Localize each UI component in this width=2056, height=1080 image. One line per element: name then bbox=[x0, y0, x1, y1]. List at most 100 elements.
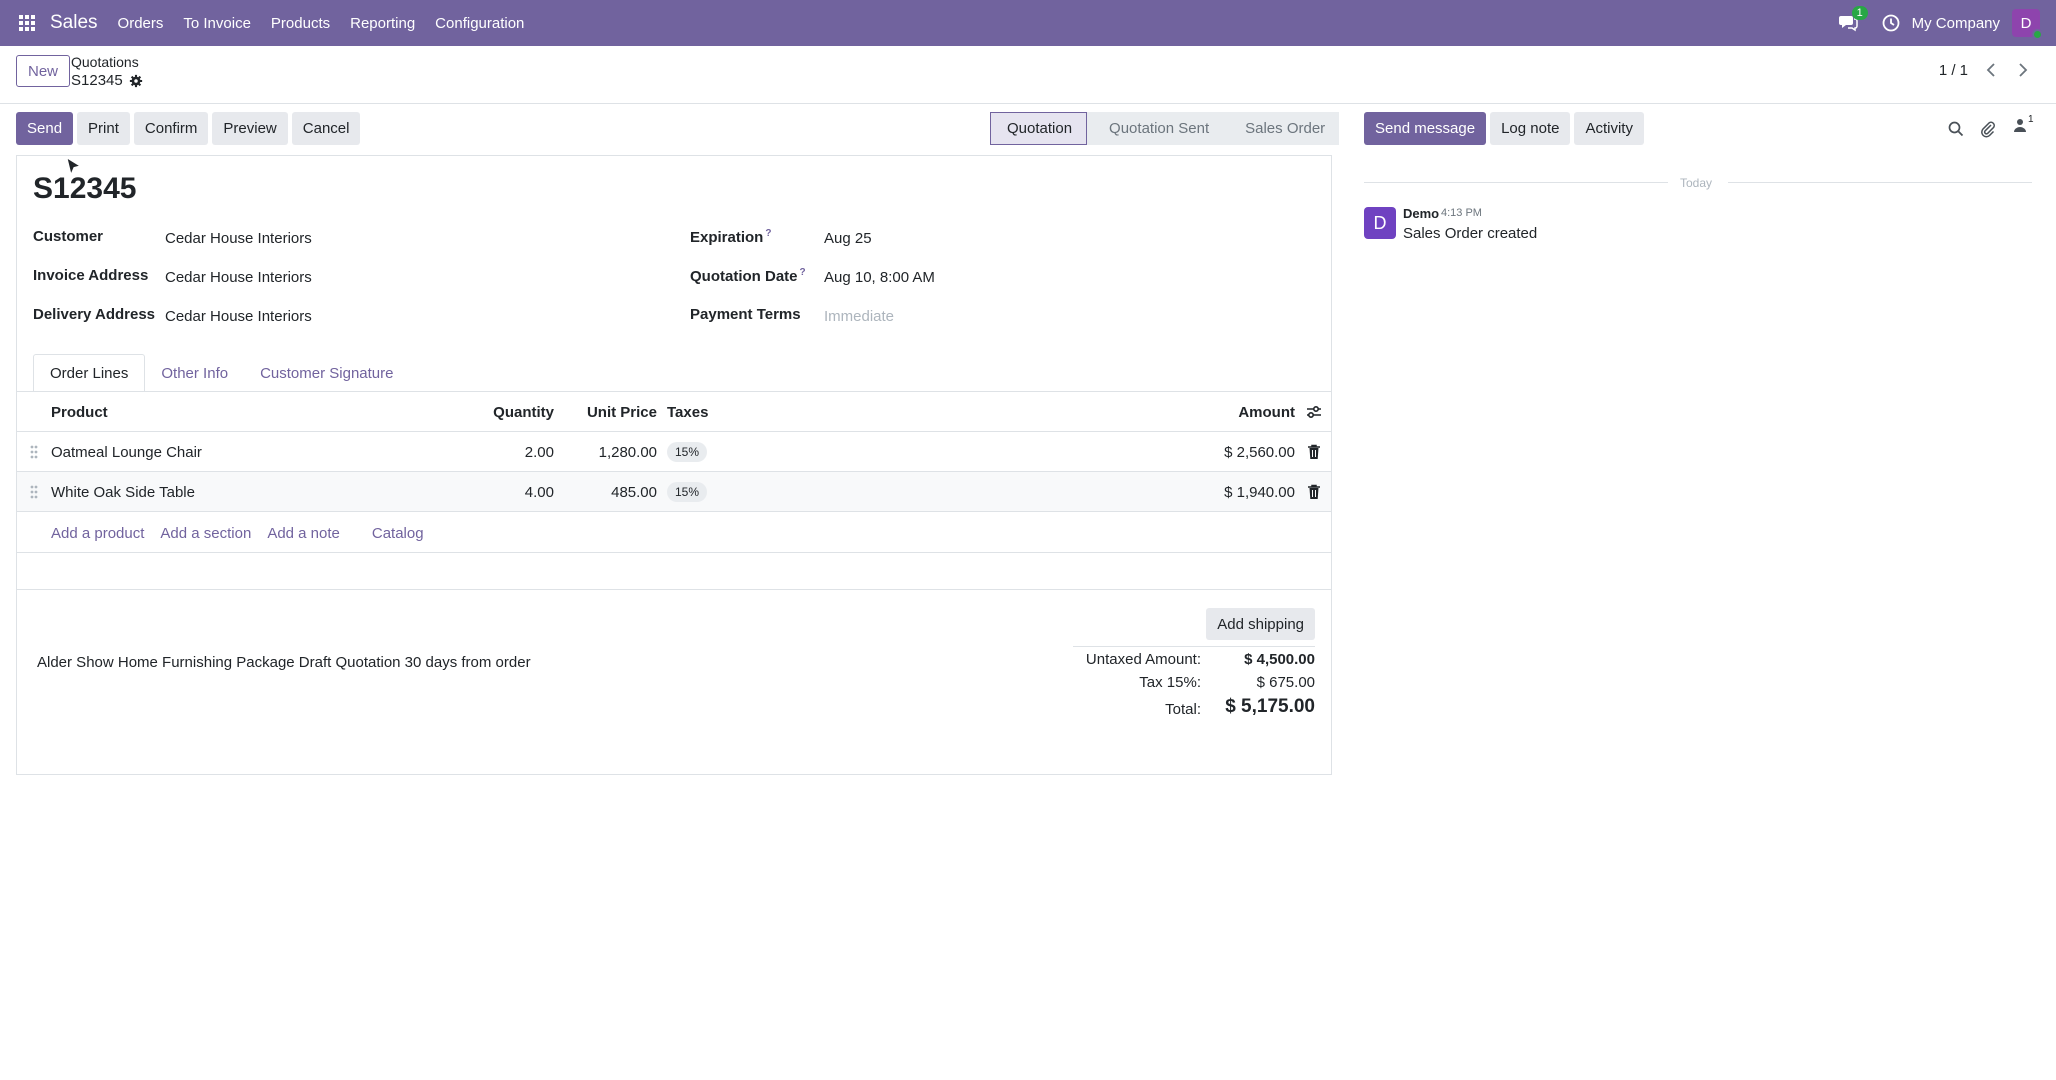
apps-menu-icon[interactable] bbox=[14, 0, 40, 46]
drag-handle-icon[interactable] bbox=[29, 484, 39, 500]
header-product[interactable]: Product bbox=[51, 392, 108, 432]
control-panel: New Quotations S12345 1 / 1 bbox=[0, 46, 2056, 104]
row-amount: $ 2,560.00 bbox=[1224, 443, 1295, 461]
menu-configuration[interactable]: Configuration bbox=[435, 15, 524, 32]
pager-next-icon[interactable] bbox=[2010, 57, 2036, 83]
follower-user-icon bbox=[2014, 119, 2026, 132]
message-body: Sales Order created bbox=[1403, 225, 1538, 242]
delete-line-icon[interactable] bbox=[1307, 484, 1321, 500]
payment-terms-field[interactable]: Immediate bbox=[824, 308, 894, 325]
activity-button[interactable]: Activity bbox=[1574, 112, 1644, 145]
invoice-address-field[interactable]: Cedar House Interiors bbox=[165, 269, 312, 286]
quotation-date-field[interactable]: Aug 10, 8:00 AM bbox=[824, 269, 935, 286]
expiration-label: Expiration? bbox=[690, 228, 771, 246]
tax-badge: 15% bbox=[667, 442, 708, 462]
breadcrumb-quotations[interactable]: Quotations bbox=[71, 54, 139, 70]
row-product: Oatmeal Lounge Chair bbox=[51, 443, 202, 461]
untaxed-label: Untaxed Amount: bbox=[1085, 651, 1201, 668]
notebook-tabs: Order Lines Other Info Customer Signatur… bbox=[33, 354, 409, 392]
table-row[interactable]: Oatmeal Lounge Chair 2.00 1,280.00 15% $… bbox=[17, 432, 1331, 472]
user-avatar[interactable]: D bbox=[2012, 9, 2043, 40]
header-taxes[interactable]: Taxes bbox=[667, 392, 708, 432]
terms-note[interactable]: Alder Show Home Furnishing Package Draft… bbox=[37, 654, 531, 671]
tab-customer-signature[interactable]: Customer Signature bbox=[244, 354, 409, 392]
tax-label: Tax 15%: bbox=[1139, 674, 1201, 691]
add-shipping-button[interactable]: Add shipping bbox=[1206, 608, 1315, 640]
search-icon[interactable] bbox=[1948, 118, 1964, 140]
menu-to-invoice[interactable]: To Invoice bbox=[183, 15, 251, 32]
add-line-links: Add a product Add a section Add a note C… bbox=[51, 525, 424, 542]
message-avatar[interactable]: D bbox=[1364, 207, 1396, 239]
chat-icon[interactable]: 1 bbox=[1838, 6, 1868, 34]
app-name[interactable]: Sales bbox=[50, 12, 98, 34]
row-unit-price: 1,280.00 bbox=[598, 443, 657, 461]
online-status-icon bbox=[2032, 29, 2043, 40]
gear-icon[interactable] bbox=[129, 74, 143, 88]
menu-reporting[interactable]: Reporting bbox=[350, 15, 415, 32]
record-title: S12345 bbox=[33, 172, 137, 205]
menu-orders[interactable]: Orders bbox=[118, 15, 164, 32]
confirm-button[interactable]: Confirm bbox=[133, 112, 209, 145]
order-lines-header: Product Quantity Unit Price Taxes Amount bbox=[17, 392, 1331, 432]
add-note-link[interactable]: Add a note bbox=[267, 525, 340, 542]
chatter-actions: Send message Log note Activity bbox=[1364, 112, 1644, 145]
mouse-cursor-icon bbox=[66, 157, 82, 177]
row-quantity: 4.00 bbox=[524, 483, 554, 501]
preview-button[interactable]: Preview bbox=[212, 112, 288, 145]
menu-products[interactable]: Products bbox=[271, 15, 330, 32]
add-product-link[interactable]: Add a product bbox=[51, 525, 144, 542]
row-unit-price: 485.00 bbox=[611, 483, 657, 501]
total-value: $ 5,175.00 bbox=[1225, 696, 1315, 717]
company-switcher[interactable]: My Company bbox=[1912, 15, 2000, 32]
delivery-address-label: Delivery Address bbox=[33, 306, 156, 323]
breadcrumb-current: S12345 bbox=[71, 72, 143, 89]
quotation-date-label-text: Quotation Date bbox=[690, 268, 798, 285]
tab-other-info[interactable]: Other Info bbox=[145, 354, 244, 392]
followers-count: 1 bbox=[2028, 114, 2034, 125]
tax-value: $ 675.00 bbox=[1256, 674, 1315, 691]
row-quantity: 2.00 bbox=[524, 443, 554, 461]
form-actions: Send Print Confirm Preview Cancel bbox=[16, 112, 361, 145]
activity-clock-icon[interactable] bbox=[1882, 14, 1900, 32]
totals-divider bbox=[1073, 646, 1315, 647]
new-button[interactable]: New bbox=[16, 55, 71, 87]
pager-previous-icon[interactable] bbox=[1978, 57, 2004, 83]
form-sheet: S12345 Customer Cedar House Interiors In… bbox=[16, 155, 1332, 775]
pager-value[interactable]: 1 / 1 bbox=[1939, 62, 1968, 79]
quotation-date-help-icon[interactable]: ? bbox=[800, 267, 806, 278]
drag-handle-icon[interactable] bbox=[29, 444, 39, 460]
log-note-button[interactable]: Log note bbox=[1490, 112, 1571, 145]
stage-quotation[interactable]: Quotation bbox=[990, 112, 1088, 145]
send-message-button[interactable]: Send message bbox=[1364, 112, 1487, 145]
total-label: Total: bbox=[1165, 701, 1201, 718]
catalog-link[interactable]: Catalog bbox=[372, 525, 424, 542]
top-navbar: Sales Orders To Invoice Products Reporti… bbox=[0, 0, 2056, 46]
untaxed-value: $ 4,500.00 bbox=[1244, 651, 1315, 668]
send-button[interactable]: Send bbox=[16, 112, 74, 145]
header-unit-price[interactable]: Unit Price bbox=[577, 392, 657, 432]
delete-line-icon[interactable] bbox=[1307, 444, 1321, 460]
stage-sales-order[interactable]: Sales Order bbox=[1223, 112, 1340, 145]
message-author[interactable]: Demo bbox=[1403, 206, 1439, 221]
expiration-field[interactable]: Aug 25 bbox=[824, 230, 872, 247]
breadcrumb-current-label: S12345 bbox=[71, 72, 123, 89]
table-row[interactable]: White Oak Side Table 4.00 485.00 15% $ 1… bbox=[17, 472, 1331, 512]
quotation-date-label: Quotation Date? bbox=[690, 267, 806, 285]
print-button[interactable]: Print bbox=[77, 112, 130, 145]
expiration-help-icon[interactable]: ? bbox=[765, 228, 771, 239]
followers-button[interactable]: 1 bbox=[2014, 114, 2040, 140]
stage-quotation-sent[interactable]: Quotation Sent bbox=[1087, 112, 1224, 145]
customer-field[interactable]: Cedar House Interiors bbox=[165, 230, 312, 247]
add-section-link[interactable]: Add a section bbox=[160, 525, 251, 542]
paperclip-icon[interactable] bbox=[1980, 118, 1996, 140]
tax-badge: 15% bbox=[667, 482, 708, 502]
today-label: Today bbox=[1680, 176, 1713, 190]
header-quantity[interactable]: Quantity bbox=[457, 392, 554, 432]
optional-columns-icon[interactable] bbox=[1306, 404, 1322, 420]
row-product: White Oak Side Table bbox=[51, 483, 195, 501]
header-amount[interactable]: Amount bbox=[1177, 392, 1295, 432]
empty-row bbox=[17, 552, 1331, 590]
cancel-button[interactable]: Cancel bbox=[291, 112, 361, 145]
delivery-address-field[interactable]: Cedar House Interiors bbox=[165, 308, 312, 325]
tab-order-lines[interactable]: Order Lines bbox=[33, 354, 146, 392]
